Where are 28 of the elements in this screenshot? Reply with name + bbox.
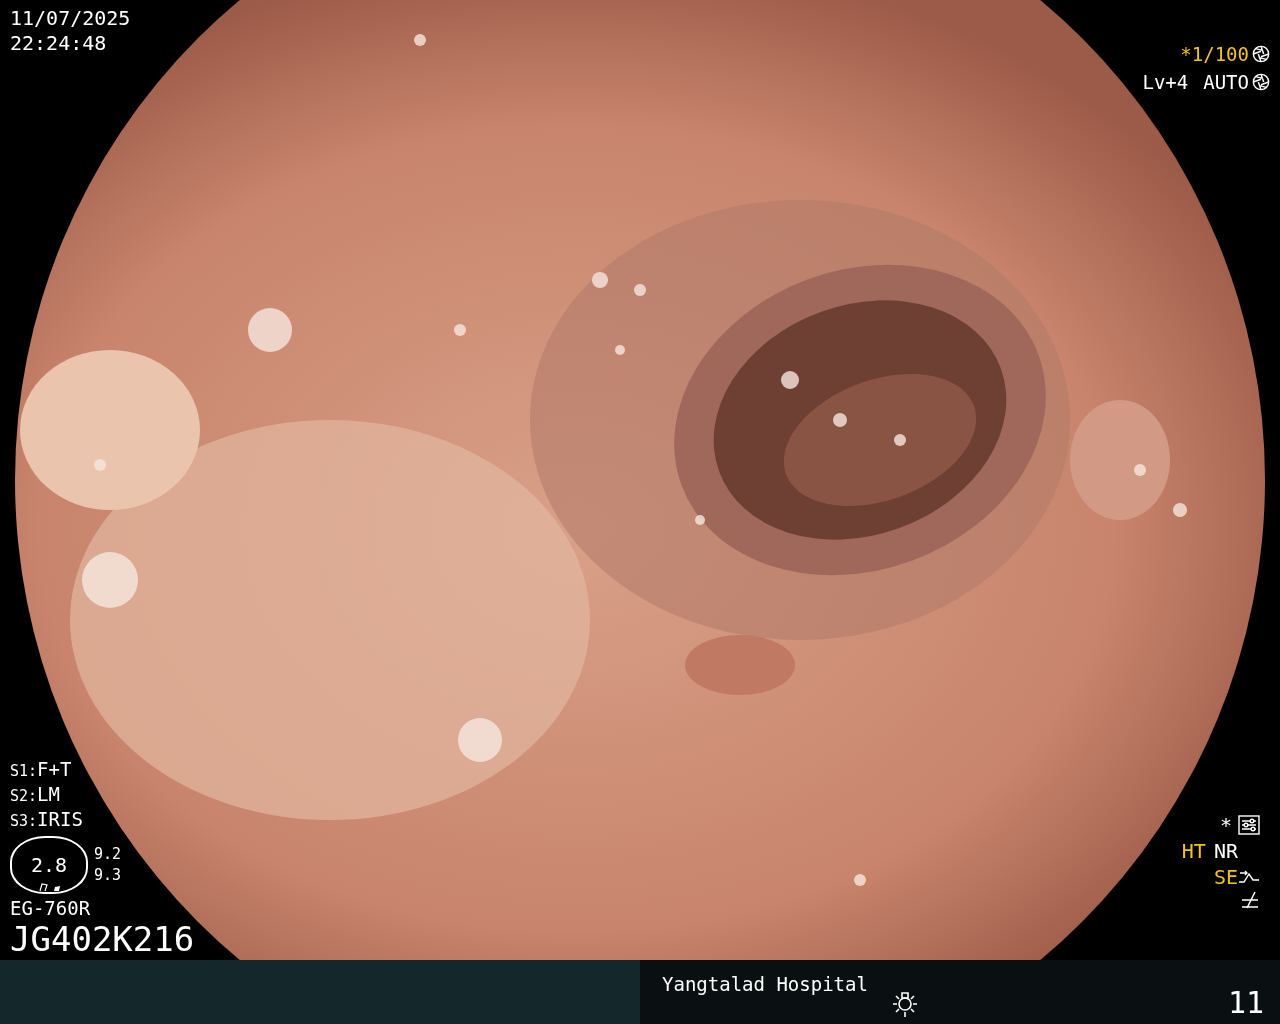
not-equal-icon bbox=[1240, 890, 1260, 910]
date-text: 11/07/2025 bbox=[10, 6, 131, 31]
time-text: 22:24:48 bbox=[10, 31, 108, 56]
image-mode: HT bbox=[1181, 838, 1206, 864]
switch-key: S2: bbox=[10, 785, 38, 808]
gauge-reading: 9.3 bbox=[94, 865, 122, 886]
switch-function: LM bbox=[37, 782, 60, 807]
shutter-speed: *1/100 bbox=[1180, 42, 1249, 67]
sliders-icon bbox=[1238, 815, 1260, 835]
scope-serial: JG402K216 bbox=[10, 920, 195, 958]
switch-function: IRIS bbox=[37, 807, 83, 832]
scope-model: EG-760R bbox=[10, 896, 92, 920]
aperture-icon bbox=[1252, 45, 1270, 63]
curve-icon bbox=[1238, 868, 1260, 886]
switch-key: S1: bbox=[10, 760, 38, 783]
brightness-level: Lv+4 bbox=[1142, 70, 1189, 95]
switch-key: S3: bbox=[10, 810, 38, 833]
gauge-reading: 9.2 bbox=[94, 844, 122, 865]
iris-icon bbox=[1252, 73, 1270, 91]
zoom-value: 2.8 bbox=[30, 852, 68, 879]
lamp-icon bbox=[890, 990, 920, 1018]
image-counter: 11 bbox=[1227, 986, 1264, 1020]
image-mode: NR bbox=[1213, 838, 1238, 864]
custom-mark: * bbox=[1219, 812, 1232, 838]
hospital-name: Yangtalad Hospital bbox=[662, 972, 868, 996]
switch-function: F+T bbox=[37, 757, 72, 782]
exposure-mode: AUTO bbox=[1203, 70, 1249, 95]
structure-enhancement: SE bbox=[1213, 864, 1238, 890]
